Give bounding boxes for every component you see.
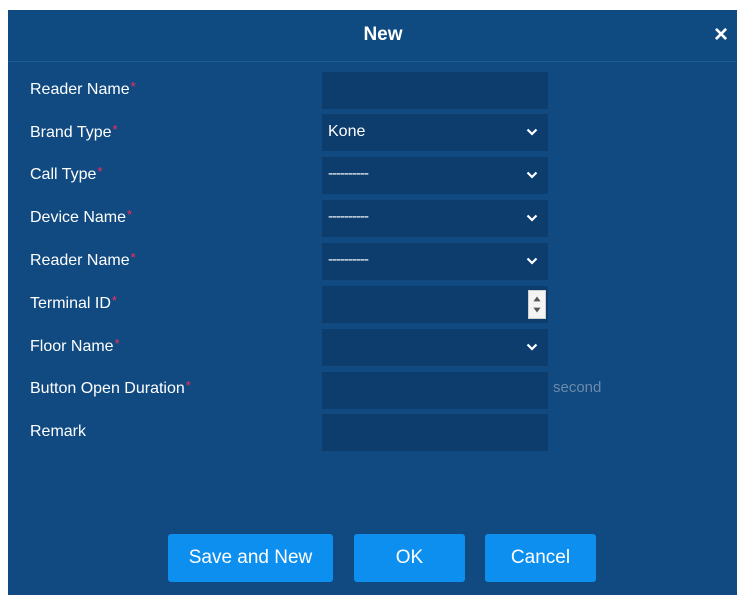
terminal-id-label: Terminal ID* [30,293,117,313]
save-and-new-button[interactable]: Save and New [168,534,333,582]
field-label: Reader Name [30,252,130,269]
chevron-down-icon [526,214,538,222]
device-name-label: Device Name* [30,207,133,227]
floor-name-select[interactable] [322,329,548,366]
required-mark: * [112,122,118,137]
brand-type-value: Kone [328,123,366,140]
duration-unit-label: second [553,379,602,396]
required-mark: * [111,293,117,308]
field-label: Reader Name [30,81,130,98]
required-mark: * [185,378,191,393]
brand-type-label: Brand Type* [30,122,118,142]
reader-name-input[interactable] [322,72,548,109]
device-name-select[interactable]: ---------- [322,200,548,237]
field-label: Remark [30,423,87,440]
close-icon[interactable]: × [709,22,733,48]
dialog-title: New [363,24,403,45]
field-label: Device Name [30,209,127,226]
reader-name-select-label: Reader Name* [30,250,136,270]
required-mark: * [130,250,136,265]
floor-name-label: Floor Name* [30,336,120,356]
new-dialog: New × Reader Name* Brand Type* Kone Call… [8,10,737,595]
reader-name-select-value: ---------- [328,251,369,268]
call-type-value: ---------- [328,165,369,182]
dialog-header: New × [8,10,737,62]
reader-name-select[interactable]: ---------- [322,243,548,280]
remark-input[interactable] [322,414,548,451]
required-mark: * [114,336,120,351]
chevron-down-icon [526,257,538,265]
remark-label: Remark [30,423,86,441]
field-label: Button Open Duration [30,380,185,397]
chevron-down-icon [526,171,538,179]
brand-type-select[interactable]: Kone [322,114,548,151]
required-mark: * [130,79,136,94]
field-label: Terminal ID [30,295,111,312]
required-mark: * [127,207,133,222]
ok-button[interactable]: OK [354,534,465,582]
device-name-value: ---------- [328,208,369,225]
reader-name-label: Reader Name* [30,79,136,99]
button-open-duration-input[interactable] [322,372,548,409]
call-type-select[interactable]: ---------- [322,157,548,194]
chevron-down-icon [526,343,538,351]
call-type-label: Call Type* [30,164,103,184]
required-mark: * [97,164,103,179]
button-open-duration-label: Button Open Duration* [30,378,191,398]
field-label: Brand Type [30,124,112,141]
field-label: Call Type [30,166,97,183]
spinner-icon[interactable] [528,290,546,319]
field-label: Floor Name [30,338,114,355]
cancel-button[interactable]: Cancel [485,534,596,582]
chevron-down-icon [526,128,538,136]
terminal-id-input[interactable] [322,286,548,323]
